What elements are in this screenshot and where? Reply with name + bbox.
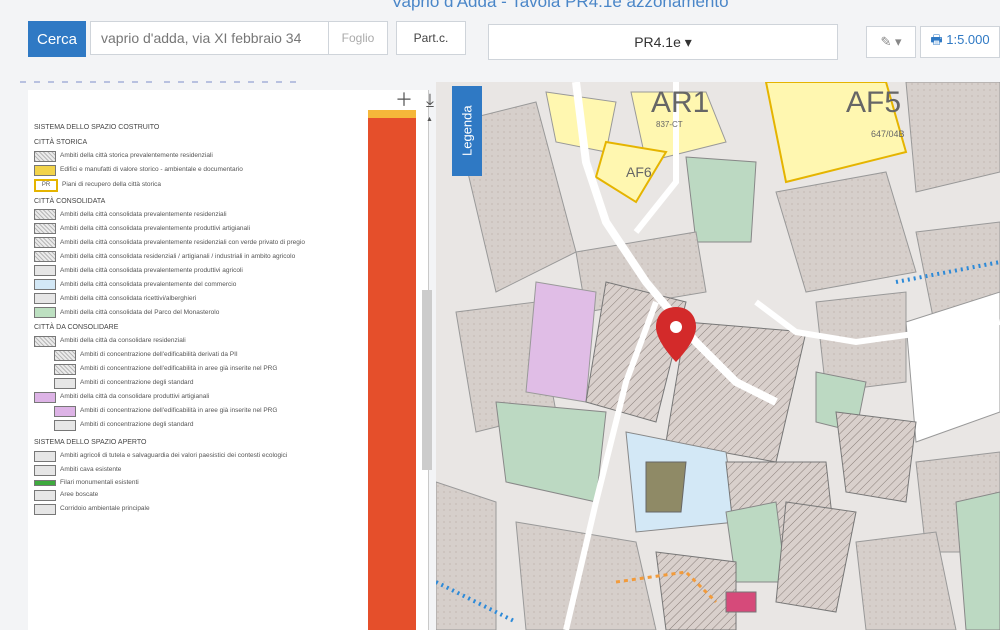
particella-field[interactable]: Part.c.	[396, 21, 466, 55]
legend-item: Ambiti agricoli di tutela e salvaguardia…	[34, 450, 374, 462]
legend-swatch	[54, 378, 76, 389]
legend-item-label: Ambiti di concentrazione dell'edificabil…	[80, 407, 278, 415]
legend-item: Ambiti della città consolidata prevalent…	[34, 279, 374, 291]
legend-item-label: Ambiti di concentrazione degli standard	[80, 421, 194, 429]
legend-item-label: Ambiti della città da consolidare reside…	[60, 337, 186, 345]
zone-code-2: 647/04B	[871, 129, 905, 139]
legend-item-label: Edifici e manufatti di valore storico - …	[60, 165, 243, 173]
legend-swatch	[34, 209, 56, 221]
legend-swatch	[34, 237, 56, 249]
legend-item-label: Ambiti della città consolidata prevalent…	[60, 210, 227, 218]
legend-subsection-title: CITTÀ STORICA	[34, 138, 88, 146]
scrollbar-thumb[interactable]	[422, 290, 432, 470]
print-scale-button[interactable]: 🖶 1:5.000	[920, 26, 1000, 58]
legend-list: SISTEMA DELLO SPAZIO COSTRUITO CITTÀ STOR…	[34, 116, 374, 626]
foglio-field[interactable]: Foglio	[328, 21, 388, 55]
legend-section-title: SISTEMA DELLO SPAZIO APERTO	[34, 439, 147, 446]
legend-item-label: Ambiti della città consolidata prevalent…	[60, 238, 305, 246]
download-icon[interactable]: ⤓	[426, 90, 434, 110]
legend-swatch	[54, 364, 76, 375]
legend-swatch	[34, 251, 56, 263]
legend-item-label: Ambiti di concentrazione degli standard	[80, 379, 194, 387]
legend-item-label: Ambiti della città consolidata ricettivi…	[60, 294, 197, 302]
zone-label-af6: AF6	[626, 164, 652, 180]
legend-swatch	[54, 350, 76, 361]
legend-item: Ambiti della città da consolidare reside…	[34, 336, 374, 347]
legend-item-label: Ambiti agricoli di tutela e salvaguardia…	[60, 452, 288, 460]
legend-swatch	[34, 265, 56, 277]
legend-swatch	[34, 223, 56, 235]
legend-swatch	[34, 479, 56, 486]
legend-item-label: Filari monumentali esistenti	[60, 478, 139, 486]
legend-item: Ambiti della città da consolidare produt…	[34, 392, 374, 403]
legend-item: Ambiti della città consolidata prevalent…	[34, 209, 374, 221]
legend-item: Edifici e manufatti di valore storico - …	[34, 164, 374, 176]
page-title: Vaprio d'Adda - Tavola PR4.1e azzonament…	[391, 0, 729, 11]
legend-swatch	[34, 503, 56, 515]
legend-item: Ambiti della città consolidata prevalent…	[34, 237, 374, 249]
scroll-up-icon[interactable]: ▲	[426, 116, 433, 123]
legend-swatch	[34, 464, 56, 476]
legend-item: Corridoio ambientale principale	[34, 503, 374, 515]
legend-item: Ambiti della città consolidata prevalent…	[34, 265, 374, 277]
zone-code-1: 837-CT	[656, 120, 683, 129]
legend-swatch	[34, 164, 56, 176]
legend-section-title: SISTEMA DELLO SPAZIO COSTRUITO	[34, 124, 160, 131]
legend-item: Ambiti della città storica prevalentemen…	[34, 150, 374, 162]
legend-item-label: Ambiti della città consolidata residenzi…	[60, 252, 296, 260]
legend-item-label: Ambiti della città consolidata prevalent…	[60, 224, 251, 232]
edit-tool-button[interactable]: ✎ ▾	[866, 26, 916, 58]
layer-select[interactable]: PR4.1e ▾	[488, 24, 838, 60]
legend-item: Ambiti della città consolidata residenzi…	[34, 251, 374, 263]
legend-swatch	[34, 279, 56, 291]
legend-item-label: Ambiti di concentrazione dell'edificabil…	[80, 351, 238, 359]
legend-item-label: Ambiti di concentrazione dell'edificabil…	[80, 365, 278, 373]
legend-subsection-title: CITTÀ DA CONSOLIDARE	[34, 324, 119, 332]
legend-item-label: Ambiti della città consolidata del Parco…	[60, 308, 220, 316]
legend-item: Ambiti cava esistente	[34, 464, 374, 476]
legend-swatch	[54, 420, 76, 431]
legend-item: Ambiti di concentrazione degli standard	[54, 420, 374, 431]
legend-swatch	[54, 406, 76, 417]
status-strip	[20, 70, 450, 83]
legend-item: Ambiti di concentrazione degli standard	[54, 378, 374, 389]
legend-swatch	[34, 392, 56, 403]
zone-label-ar1: AR1	[651, 86, 709, 119]
legend-swatch	[34, 150, 56, 162]
legend-swatch	[34, 489, 56, 501]
legend-red-bar	[368, 110, 416, 630]
panel-tools: ＋ ⤓	[395, 86, 434, 112]
legend-swatch	[34, 293, 56, 305]
legend-item-label: Ambiti della città da consolidare produt…	[60, 393, 210, 401]
toolbar: Cerca vaprio d'adda, via XI febbraio 34 …	[28, 16, 1000, 68]
search-button[interactable]: Cerca	[28, 21, 86, 57]
legend-item: PR Piani di recupero della città storica	[34, 178, 374, 192]
search-input[interactable]: vaprio d'adda, via XI febbraio 34	[90, 21, 340, 55]
legend-item: Ambiti di concentrazione dell'edificabil…	[54, 350, 374, 361]
legend-item: Ambiti della città consolidata del Parco…	[34, 307, 374, 319]
legend-swatch	[34, 450, 56, 462]
legend-subsection-title: CITTÀ CONSOLIDATA	[34, 197, 106, 205]
legend-swatch: PR	[34, 178, 58, 192]
legend-item: Ambiti della città consolidata prevalent…	[34, 223, 374, 235]
legend-swatch	[34, 307, 56, 319]
legend-item-label: Ambiti della città consolidata prevalent…	[60, 266, 243, 274]
legend-swatch	[34, 336, 56, 347]
legend-item: Ambiti di concentrazione dell'edificabil…	[54, 364, 374, 375]
legend-tab[interactable]: Legenda	[452, 86, 482, 176]
map-canvas[interactable]: AR1 AF5 AF6 837-CT 647/04B	[436, 82, 1000, 630]
zone-label-af5: AF5	[846, 86, 901, 119]
legend-item-label: Corridoio ambientale principale	[60, 505, 150, 513]
legend-item: Ambiti di concentrazione dell'edificabil…	[54, 406, 374, 417]
legend-item: Filari monumentali esistenti	[34, 479, 374, 487]
legend-item-label: Ambiti della città consolidata prevalent…	[60, 280, 237, 288]
plus-icon[interactable]: ＋	[395, 90, 413, 110]
legend-item-label: Ambiti cava esistente	[60, 466, 122, 474]
legend-item-label: Ambiti della città storica prevalentemen…	[60, 151, 213, 159]
legend-item-label: Aree boscate	[60, 491, 99, 499]
legend-item: Ambiti della città consolidata ricettivi…	[34, 293, 374, 305]
legend-item: Aree boscate	[34, 489, 374, 501]
legend-item-label: Piani di recupero della città storica	[62, 180, 161, 188]
